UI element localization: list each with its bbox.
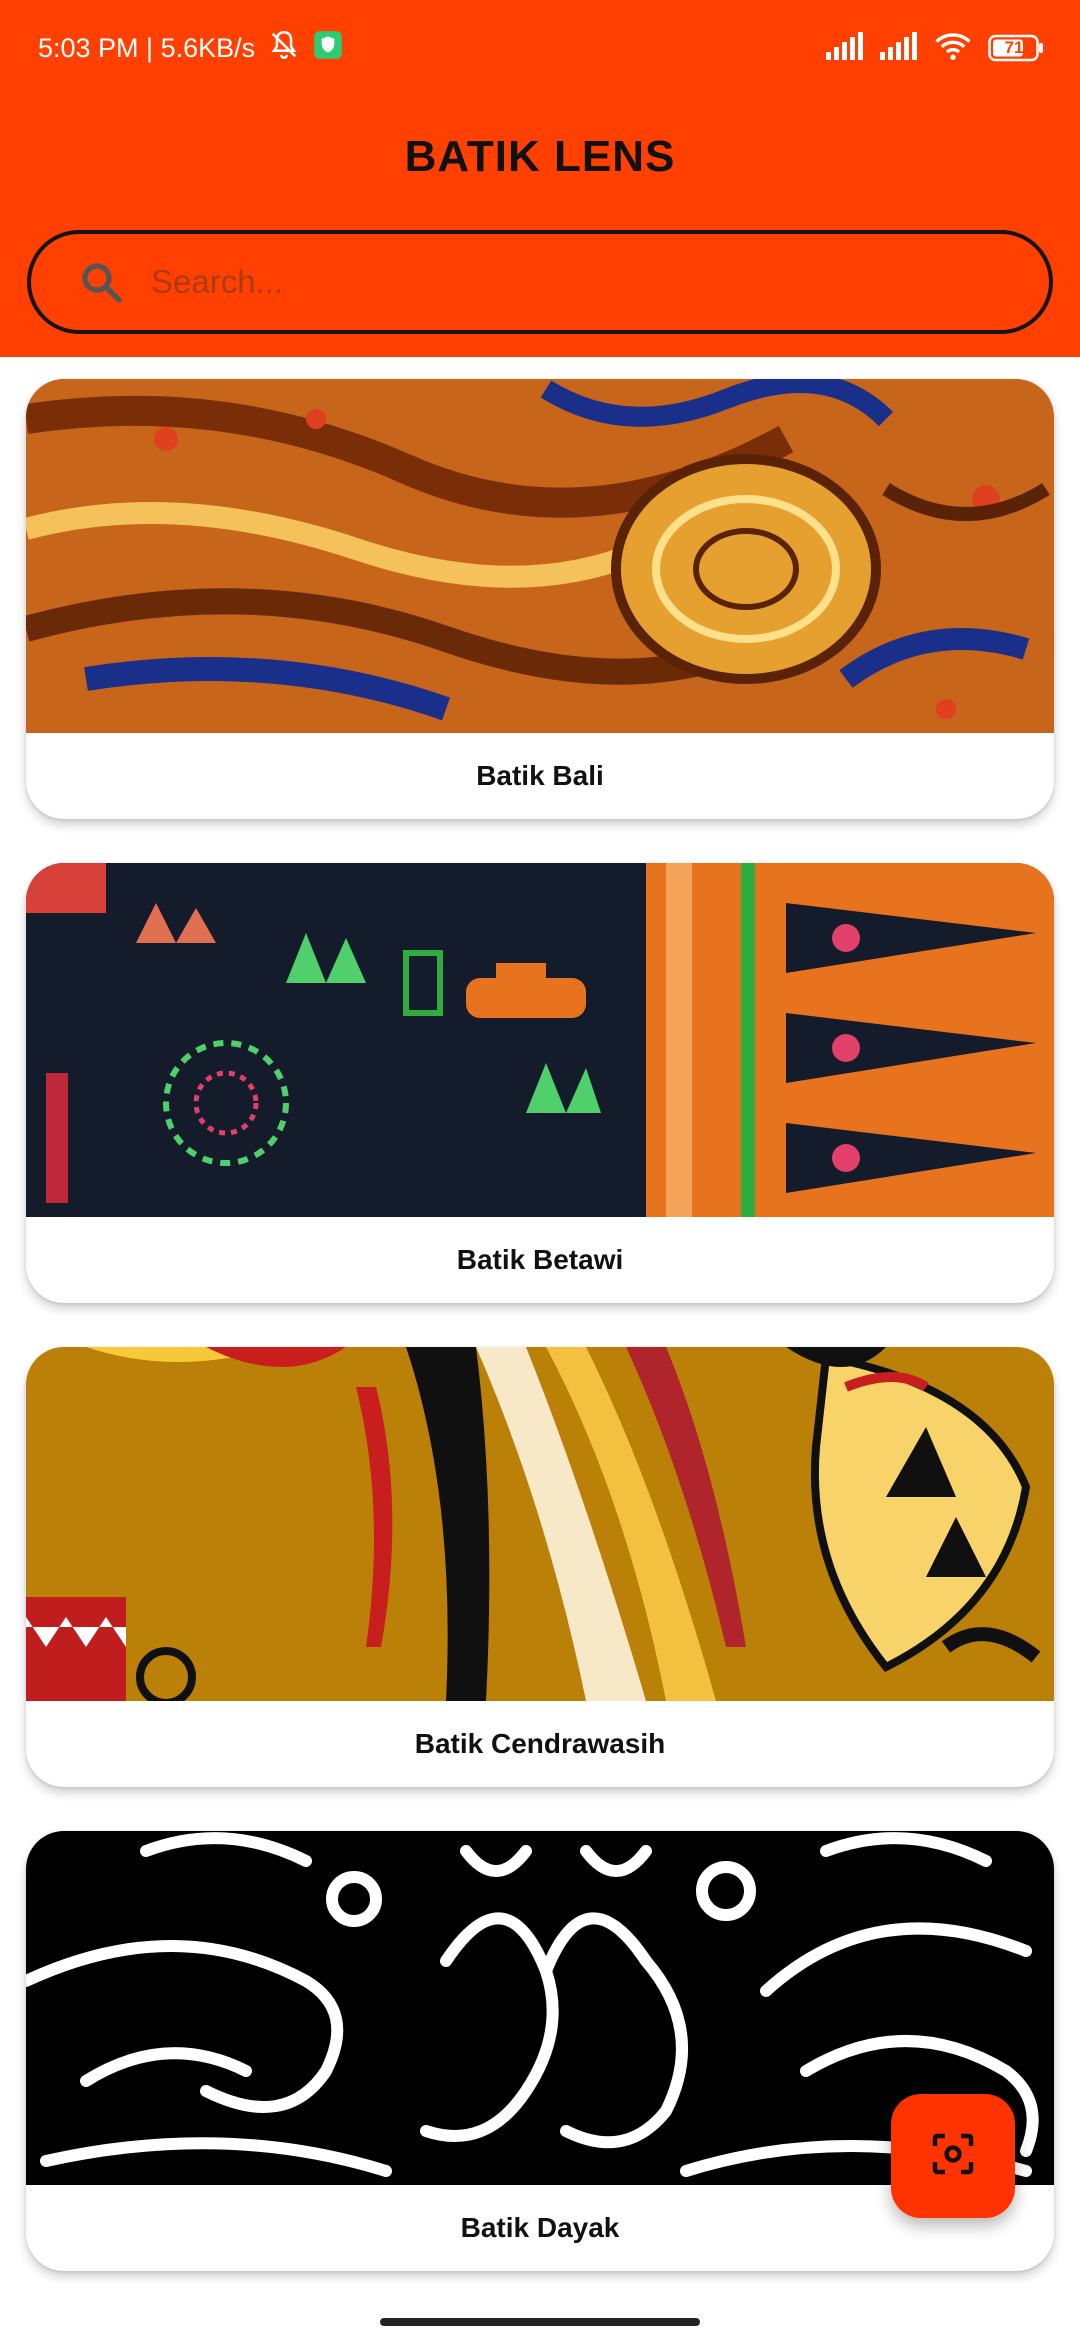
page-title: BATIK LENS [404,132,676,181]
wifi-icon [934,31,972,66]
home-indicator[interactable] [380,2318,700,2326]
status-time-speed: 5:03 PM | 5.6KB/s [38,32,256,63]
scan-icon [929,2130,977,2183]
header: 5:03 PM | 5.6KB/s 71 BATIK LENS Search..… [0,0,1080,357]
shield-icon [313,30,343,67]
status-left: 5:03 PM | 5.6KB/s [38,28,343,69]
mute-bell-icon [267,28,301,69]
battery-icon: 71 [988,34,1044,62]
status-bar: 5:03 PM | 5.6KB/s 71 [0,0,1080,96]
signal-icon [880,31,918,65]
item-label: Batik Betawi [456,1244,624,1275]
search-bar[interactable] [27,230,1053,334]
signal-icon [826,31,864,65]
app-root: 5:03 PM | 5.6KB/s 71 BATIK LENS Search..… [0,0,1080,2340]
list-item[interactable]: Batik Betawi [26,863,1054,1303]
search-input[interactable] [151,242,1049,322]
list-item[interactable]: Batik Bali [26,379,1054,819]
list-item[interactable]: Batik Cendrawasih [26,1347,1054,1787]
status-right: 71 [826,31,1044,66]
battery-level: 71 [1004,38,1024,57]
batik-bali-image [26,379,1054,733]
scan-button[interactable] [891,2094,1015,2218]
item-label: Batik Cendrawasih [414,1728,666,1759]
batik-betawi-image [26,863,1054,1217]
item-label: Batik Bali [476,760,604,791]
batik-cendrawasih-image [26,1347,1054,1701]
search-icon[interactable] [77,258,125,306]
